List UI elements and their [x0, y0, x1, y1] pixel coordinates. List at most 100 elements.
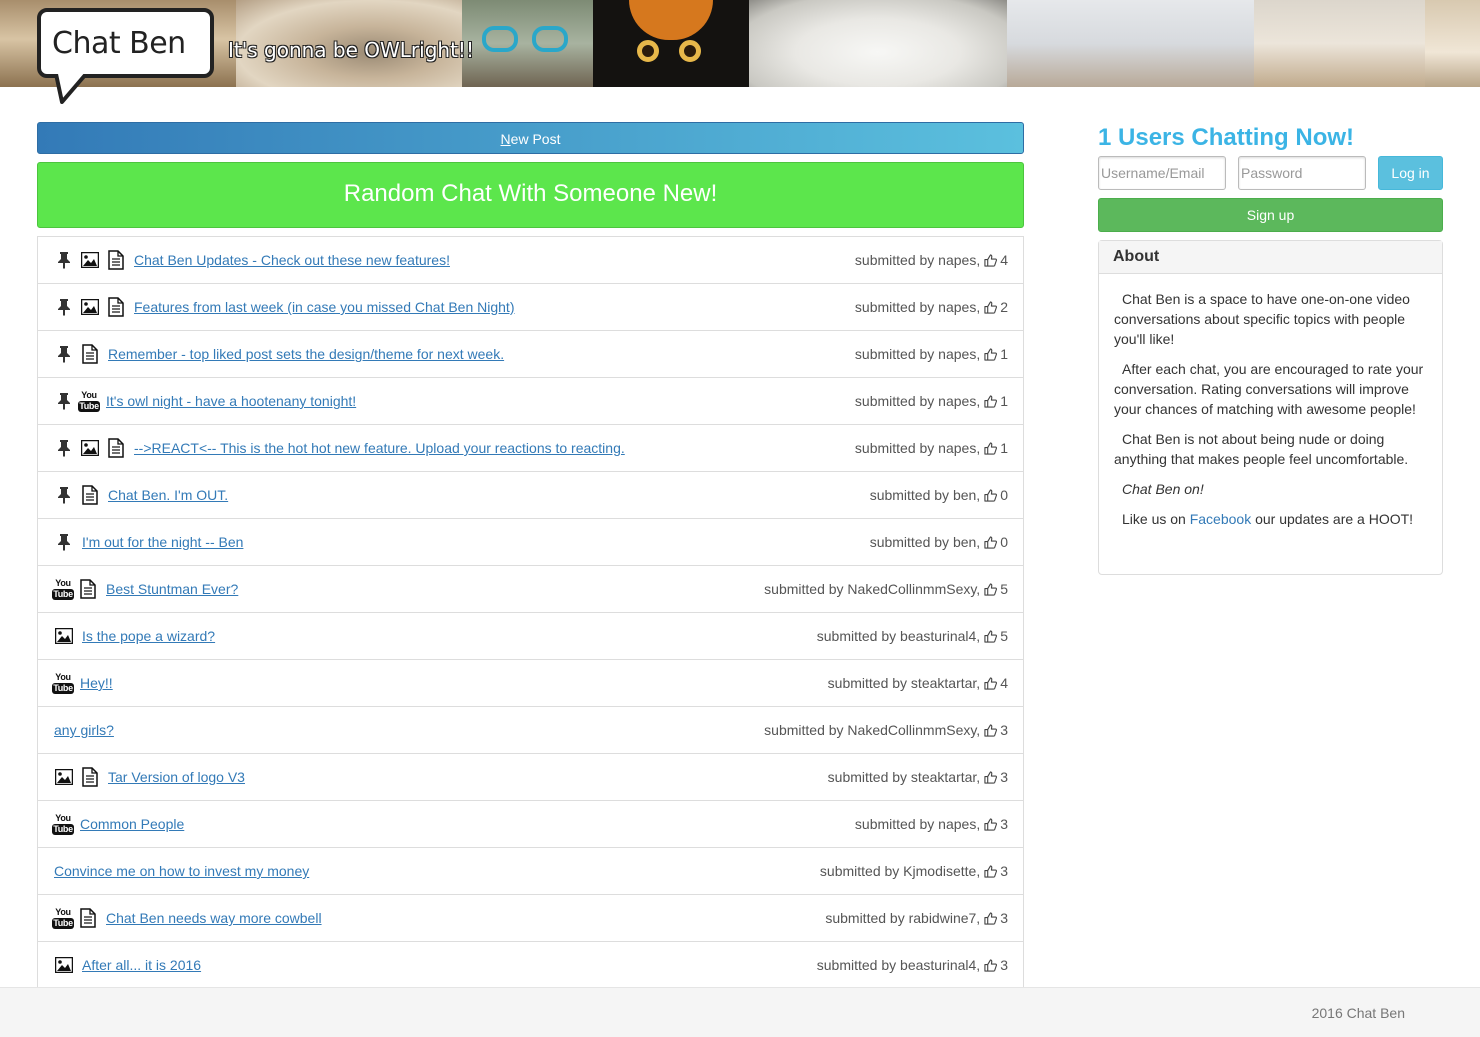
post-title-link[interactable]: Chat Ben. I'm OUT. [108, 487, 228, 503]
post-row[interactable]: Convince me on how to invest my money sub… [38, 848, 1023, 895]
new-post-button[interactable]: New Post [37, 122, 1024, 154]
post-title-link[interactable]: Is the pope a wizard? [82, 628, 215, 644]
password-input[interactable] [1238, 156, 1366, 190]
post-row[interactable]: Chat Ben. I'm OUT. submitted by ben, 0 [38, 472, 1023, 519]
post-row[interactable]: Tar Version of logo V3 submitted by steak… [38, 754, 1023, 801]
post-like-count: 4 [1000, 252, 1008, 268]
post-like-count: 5 [1000, 581, 1008, 597]
post-submitter: submitted by NakedCollinmmSexy, [764, 722, 981, 738]
post-row[interactable]: You Tube Hey!! submitted by steaktartar, 4 [38, 660, 1023, 707]
youtube-icon: You Tube [78, 389, 100, 412]
users-chatting-count: 1 Users Chatting Now! [1098, 124, 1355, 151]
youtube-icon: You Tube [52, 577, 74, 600]
username-input[interactable] [1098, 156, 1226, 190]
post-title-link[interactable]: After all... it is 2016 [82, 957, 201, 973]
thumbs-up-icon[interactable] [983, 861, 997, 881]
thumbs-up-icon[interactable] [983, 391, 997, 411]
post-row[interactable]: any girls? submitted by NakedCollinmmSexy… [38, 707, 1023, 754]
thumbs-up-icon[interactable] [983, 438, 997, 458]
post-submitter: submitted by beasturinal4, [816, 957, 981, 973]
post-title-link[interactable]: Best Stuntman Ever? [106, 581, 238, 597]
thumbs-up-icon[interactable] [983, 297, 997, 317]
pin-icon [54, 485, 74, 505]
post-type-icons: You Tube [52, 813, 74, 835]
image-icon [54, 626, 74, 646]
thumbs-up-icon[interactable] [983, 626, 997, 646]
post-meta: submitted by napes, 1 [855, 344, 1008, 364]
post-type-icons [54, 485, 100, 505]
random-chat-button[interactable]: Random Chat With Someone New! [37, 162, 1024, 228]
post-row[interactable]: Features from last week (in case you mis… [38, 284, 1023, 331]
thumbs-up-icon[interactable] [983, 908, 997, 928]
post-title-link[interactable]: Chat Ben needs way more cowbell [106, 910, 322, 926]
post-meta: submitted by steaktartar, 3 [828, 767, 1008, 787]
thumbs-up-icon[interactable] [983, 579, 997, 599]
post-meta: submitted by napes, 2 [855, 297, 1008, 317]
post-row[interactable]: Remember - top liked post sets the desig… [38, 331, 1023, 378]
signup-button[interactable]: Sign up [1098, 198, 1443, 232]
post-type-icons: You Tube [54, 389, 100, 412]
pin-icon [54, 250, 74, 270]
chat-ben-logo[interactable]: Chat Ben [37, 8, 214, 78]
post-like-count: 3 [1000, 816, 1008, 832]
post-meta: submitted by Kjmodisette, 3 [820, 861, 1008, 881]
post-row[interactable]: You Tube Best Stuntman Ever? submitted by N… [38, 566, 1023, 613]
post-row[interactable]: You Tube It's owl night - have a hootenany… [38, 378, 1023, 425]
post-title-link[interactable]: Features from last week (in case you mis… [134, 299, 515, 315]
post-title-link[interactable]: -->REACT<-- This is the hot hot new feat… [134, 440, 625, 456]
post-submitter: submitted by steaktartar, [827, 769, 981, 785]
facebook-link[interactable]: Facebook [1190, 511, 1251, 527]
document-icon [106, 438, 126, 458]
post-title-link[interactable]: Common People [80, 816, 184, 832]
post-meta: submitted by steaktartar, 4 [828, 673, 1008, 693]
post-row[interactable]: -->REACT<-- This is the hot hot new feat… [38, 425, 1023, 472]
image-icon [80, 297, 100, 317]
post-title-link[interactable]: I'm out for the night -- Ben [82, 534, 243, 550]
thumbs-up-icon[interactable] [983, 532, 997, 552]
post-title-link[interactable]: Chat Ben Updates - Check out these new f… [134, 252, 450, 268]
about-body: Chat Ben is a space to have one-on-one v… [1099, 274, 1442, 529]
logo-text: Chat Ben [52, 26, 186, 61]
post-row[interactable]: Is the pope a wizard? submitted by beastu… [38, 613, 1023, 660]
post-meta: submitted by beasturinal4, 5 [817, 626, 1008, 646]
post-row[interactable]: After all... it is 2016 submitted by beas… [38, 942, 1023, 989]
post-title-link[interactable]: Tar Version of logo V3 [108, 769, 245, 785]
thumbs-up-icon[interactable] [983, 767, 997, 787]
post-meta: submitted by NakedCollinmmSexy, 3 [764, 720, 1008, 740]
post-meta: submitted by ben, 0 [870, 532, 1008, 552]
thumbs-up-icon[interactable] [983, 814, 997, 834]
youtube-icon: You Tube [52, 906, 74, 929]
post-title-link[interactable]: any girls? [54, 722, 114, 738]
thumbs-up-icon[interactable] [983, 673, 997, 693]
post-row[interactable]: I'm out for the night -- Ben submitted by… [38, 519, 1023, 566]
post-row[interactable]: You Tube Common People submitted by napes, 3 [38, 801, 1023, 848]
thumbs-up-icon[interactable] [983, 720, 997, 740]
post-row[interactable]: Chat Ben Updates - Check out these new f… [38, 237, 1023, 284]
post-like-count: 1 [1000, 393, 1008, 409]
post-row[interactable]: You Tube Chat Ben needs way more cowbell su… [38, 895, 1023, 942]
post-submitter: submitted by ben, [869, 534, 981, 550]
post-title-link[interactable]: Hey!! [80, 675, 113, 691]
thumbs-up-icon[interactable] [983, 485, 997, 505]
post-type-icons [54, 297, 126, 317]
login-button[interactable]: Log in [1378, 156, 1443, 190]
post-submitter: submitted by napes, [854, 299, 981, 315]
new-post-accesskey: N [500, 131, 511, 147]
post-title-link[interactable]: Convince me on how to invest my money [54, 863, 309, 879]
post-title-link[interactable]: It's owl night - have a hootenany tonigh… [106, 393, 356, 409]
post-list: Chat Ben Updates - Check out these new f… [37, 236, 1024, 989]
post-type-icons [54, 438, 126, 458]
post-type-icons [54, 532, 74, 552]
owl-photo [749, 0, 1007, 87]
post-submitter: submitted by napes, [854, 346, 981, 362]
image-icon [54, 955, 74, 975]
post-title-link[interactable]: Remember - top liked post sets the desig… [108, 346, 504, 362]
thumbs-up-icon[interactable] [983, 955, 997, 975]
about-paragraph: Chat Ben on! [1114, 479, 1427, 499]
thumbs-up-icon[interactable] [983, 344, 997, 364]
image-icon [80, 250, 100, 270]
post-submitter: submitted by napes, [854, 440, 981, 456]
about-like-text: Like us on [1122, 511, 1190, 527]
thumbs-up-icon[interactable] [983, 250, 997, 270]
youtube-icon: You Tube [52, 671, 74, 694]
